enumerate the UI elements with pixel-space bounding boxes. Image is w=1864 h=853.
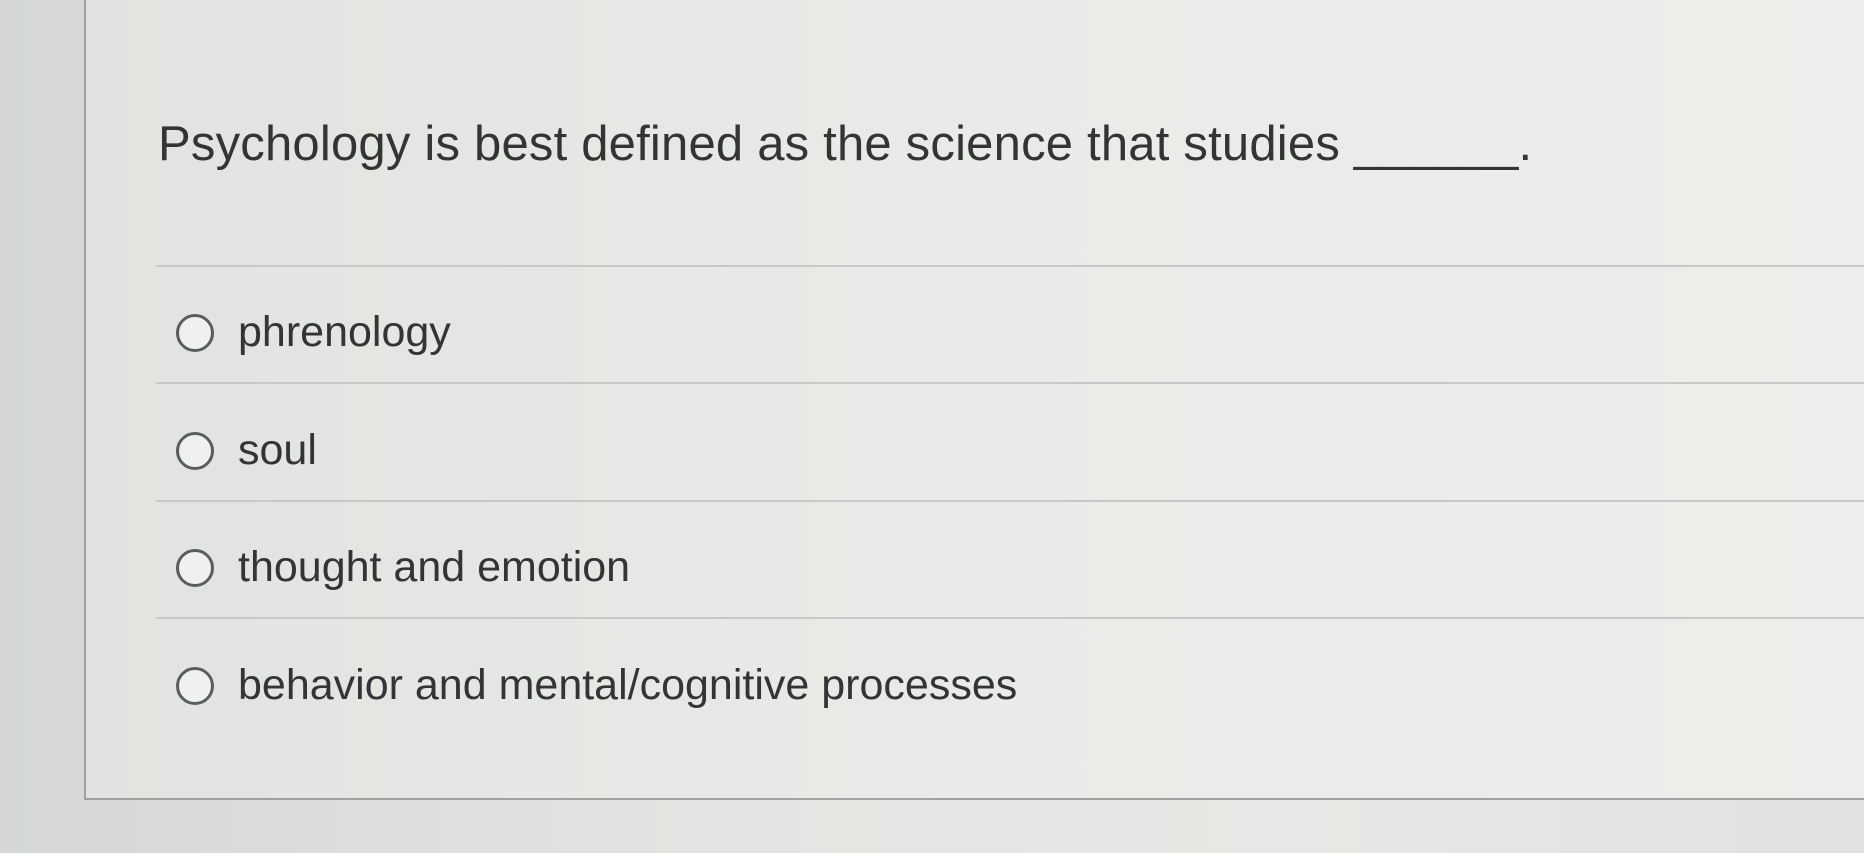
question-panel: Psychology is best defined as the scienc… <box>84 0 1864 800</box>
radio-button[interactable] <box>176 666 214 705</box>
radio-button[interactable] <box>176 548 214 587</box>
choice-behavior-and-mental-processes[interactable]: behavior and mental/cognitive processes <box>176 661 1017 710</box>
radio-button[interactable] <box>176 313 214 352</box>
choice-label: behavior and mental/cognitive processes <box>238 661 1018 709</box>
quiz-screen: Psychology is best defined as the scienc… <box>0 0 1864 853</box>
choice-label: phrenology <box>238 308 451 356</box>
divider <box>156 265 1864 267</box>
divider <box>156 500 1864 502</box>
choice-thought-and-emotion[interactable]: thought and emotion <box>176 543 630 592</box>
choice-phrenology[interactable]: phrenology <box>176 308 451 357</box>
question-prompt: Psychology is best defined as the scienc… <box>158 117 1533 171</box>
radio-button[interactable] <box>176 431 214 470</box>
choice-label: thought and emotion <box>238 543 631 591</box>
divider <box>156 382 1864 384</box>
choice-label: soul <box>238 426 317 474</box>
choice-soul[interactable]: soul <box>176 426 317 475</box>
divider <box>156 617 1864 619</box>
